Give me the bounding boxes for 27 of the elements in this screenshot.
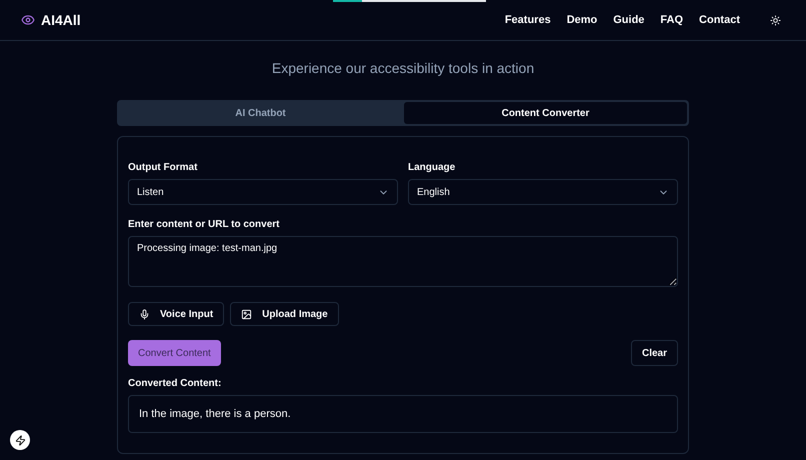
field-label: Output Format [128, 162, 198, 173]
logo-text[interactable]: AI4All [41, 12, 81, 28]
quick-action-button[interactable] [10, 430, 30, 450]
upload-image-button[interactable]: Upload Image [230, 302, 339, 326]
voice-input-button[interactable]: Voice Input [128, 302, 224, 326]
converted-output: In the image, there is a person. [128, 395, 678, 433]
field-label: Language [408, 162, 456, 173]
convert-button[interactable]: Convert Content [128, 340, 221, 366]
field-label: Enter content or URL to convert [128, 219, 280, 230]
nav-link[interactable]: Features [504, 14, 551, 26]
clear-button[interactable]: Clear [630, 340, 678, 366]
section-subtitle: Experience our accessibility tools in action [272, 60, 534, 76]
nav-link[interactable]: Contact [699, 14, 740, 26]
image-icon [241, 308, 252, 320]
output-label: Converted Content: [128, 378, 222, 389]
eye-icon [21, 13, 35, 27]
content-input-field[interactable]: Processing image: test-man.jpg [128, 236, 678, 287]
lightning-icon [14, 434, 26, 446]
tab[interactable]: AI Chatbot [119, 102, 402, 124]
select-field[interactable]: English [408, 179, 678, 205]
nav-link[interactable]: Guide [613, 14, 644, 26]
microphone-icon [139, 308, 150, 320]
sun-icon [770, 14, 781, 26]
nav-link[interactable]: FAQ [660, 14, 684, 26]
tab[interactable]: Content Converter [404, 102, 687, 124]
select-field[interactable]: Listen [128, 179, 398, 205]
nav-link[interactable]: Demo [566, 14, 598, 26]
